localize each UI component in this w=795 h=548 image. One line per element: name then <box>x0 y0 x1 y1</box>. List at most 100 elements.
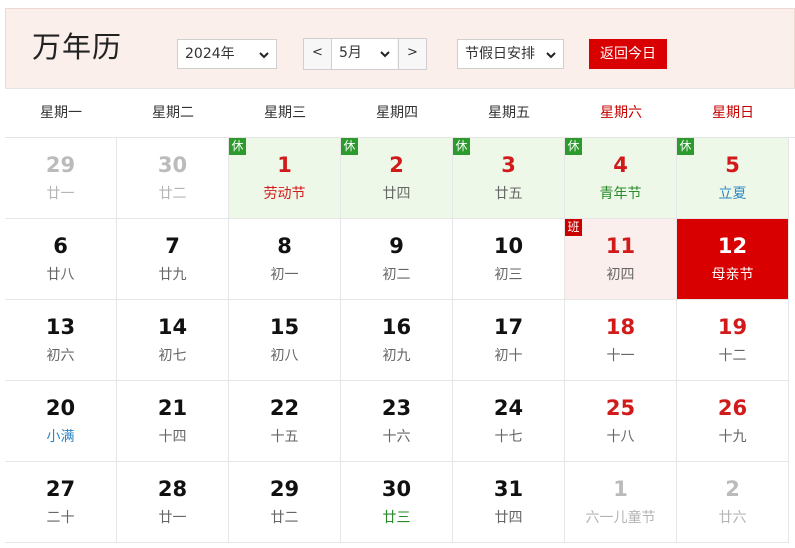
day-cell[interactable]: 13 初六 <box>5 300 117 381</box>
day-cell[interactable]: 24 十七 <box>453 381 565 462</box>
month-select-value: 5月 <box>339 45 362 61</box>
day-number: 2 <box>389 153 404 177</box>
lunar-date: 十九 <box>718 429 747 445</box>
day-number: 5 <box>725 153 740 177</box>
chevron-down-icon <box>380 51 390 58</box>
day-cell[interactable]: 25 十八 <box>565 381 677 462</box>
day-number: 13 <box>45 315 76 339</box>
day-cell[interactable]: 休 4 青年节 <box>565 138 677 219</box>
weekday-header: 星期一 星期二 星期三 星期四 星期五 星期六 星期日 <box>5 88 795 138</box>
day-cell[interactable]: 14 初七 <box>117 300 229 381</box>
day-number: 6 <box>53 234 68 258</box>
day-number: 29 <box>269 477 300 501</box>
day-number: 24 <box>493 396 524 420</box>
day-number: 22 <box>269 396 300 420</box>
day-number: 21 <box>157 396 188 420</box>
day-cell[interactable]: 28 廿一 <box>117 462 229 543</box>
day-cell[interactable]: 7 廿九 <box>117 219 229 300</box>
day-number: 19 <box>717 315 748 339</box>
day-cell[interactable]: 18 十一 <box>565 300 677 381</box>
year-select-value: 2024年 <box>185 46 235 62</box>
day-number: 29 <box>45 153 76 177</box>
day-cell[interactable]: 2 廿六 <box>677 462 789 543</box>
day-cell[interactable]: 31 廿四 <box>453 462 565 543</box>
day-cell[interactable]: 8 初一 <box>229 219 341 300</box>
day-cell[interactable]: 班 11 初四 <box>565 219 677 300</box>
lunar-date: 廿一 <box>158 510 187 526</box>
lunar-date: 廿九 <box>158 267 187 283</box>
day-cell[interactable]: 30 廿二 <box>117 138 229 219</box>
day-number: 23 <box>381 396 412 420</box>
weekday-label: 星期二 <box>152 105 194 121</box>
day-number: 1 <box>613 477 628 501</box>
lunar-date: 初二 <box>382 267 411 283</box>
day-number: 15 <box>269 315 300 339</box>
day-number: 30 <box>157 153 188 177</box>
page-title: 万年历 <box>32 30 123 64</box>
lunar-date: 初八 <box>270 348 299 364</box>
day-cell[interactable]: 6 廿八 <box>5 219 117 300</box>
lunar-date: 十六 <box>382 429 411 445</box>
weekday-label: 星期五 <box>488 105 530 121</box>
next-month-button[interactable]: > <box>398 39 426 69</box>
lunar-date: 初四 <box>606 267 635 283</box>
lunar-date: 初十 <box>494 348 523 364</box>
lunar-date: 十八 <box>606 429 635 445</box>
lunar-date: 廿八 <box>46 267 75 283</box>
weekday-label: 星期日 <box>712 105 754 121</box>
lunar-date: 廿三 <box>382 510 411 526</box>
day-cell[interactable]: 16 初九 <box>341 300 453 381</box>
day-number: 8 <box>277 234 292 258</box>
lunar-date: 初一 <box>270 267 299 283</box>
day-cell[interactable]: 10 初三 <box>453 219 565 300</box>
lunar-date: 廿五 <box>494 186 523 202</box>
chevron-down-icon <box>546 52 556 59</box>
lunar-date: 小满 <box>46 429 75 445</box>
lunar-date: 劳动节 <box>263 186 306 202</box>
holiday-select[interactable]: 节假日安排 <box>457 39 564 69</box>
lunar-date: 廿一 <box>46 186 75 202</box>
prev-month-button[interactable]: < <box>304 39 332 69</box>
day-cell[interactable]: 23 十六 <box>341 381 453 462</box>
day-cell[interactable]: 15 初八 <box>229 300 341 381</box>
day-cell[interactable]: 22 十五 <box>229 381 341 462</box>
month-navigator: < 5月 > <box>303 38 427 70</box>
lunar-date: 初三 <box>494 267 523 283</box>
day-cell[interactable]: 20 小满 <box>5 381 117 462</box>
day-cell[interactable]: 29 廿一 <box>5 138 117 219</box>
day-cell[interactable]: 27 二十 <box>5 462 117 543</box>
day-cell[interactable]: 21 十四 <box>117 381 229 462</box>
day-cell[interactable]: 17 初十 <box>453 300 565 381</box>
lunar-date: 青年节 <box>599 186 642 202</box>
day-number: 18 <box>605 315 636 339</box>
day-number: 9 <box>389 234 404 258</box>
day-cell[interactable]: 休 5 立夏 <box>677 138 789 219</box>
lunar-date: 廿六 <box>718 510 747 526</box>
day-cell[interactable]: 19 十二 <box>677 300 789 381</box>
day-cell[interactable]: 休 2 廿四 <box>341 138 453 219</box>
day-number: 10 <box>493 234 524 258</box>
day-cell[interactable]: 9 初二 <box>341 219 453 300</box>
day-cell[interactable]: 29 廿二 <box>229 462 341 543</box>
day-cell[interactable]: 休 3 廿五 <box>453 138 565 219</box>
day-number: 20 <box>45 396 76 420</box>
day-number: 7 <box>165 234 180 258</box>
back-to-today-button[interactable]: 返回今日 <box>589 39 667 69</box>
lunar-date: 廿二 <box>270 510 299 526</box>
day-number: 14 <box>157 315 188 339</box>
day-cell[interactable]: 1 六一儿童节 <box>565 462 677 543</box>
day-number: 2 <box>725 477 740 501</box>
day-number: 16 <box>381 315 412 339</box>
lunar-date: 十四 <box>158 429 187 445</box>
day-cell-today[interactable]: 12 母亲节 <box>677 219 789 300</box>
day-cell[interactable]: 26 十九 <box>677 381 789 462</box>
day-number: 27 <box>45 477 76 501</box>
calendar-toolbar: 万年历 2024年 < 5月 > 节假日安排 返回今日 <box>5 8 795 88</box>
lunar-date: 初九 <box>382 348 411 364</box>
day-cell[interactable]: 30 廿三 <box>341 462 453 543</box>
year-select[interactable]: 2024年 <box>177 39 277 69</box>
month-select[interactable]: 5月 <box>332 39 397 69</box>
weekday-label: 星期六 <box>600 105 642 121</box>
day-number: 31 <box>493 477 524 501</box>
day-cell[interactable]: 休 1 劳动节 <box>229 138 341 219</box>
